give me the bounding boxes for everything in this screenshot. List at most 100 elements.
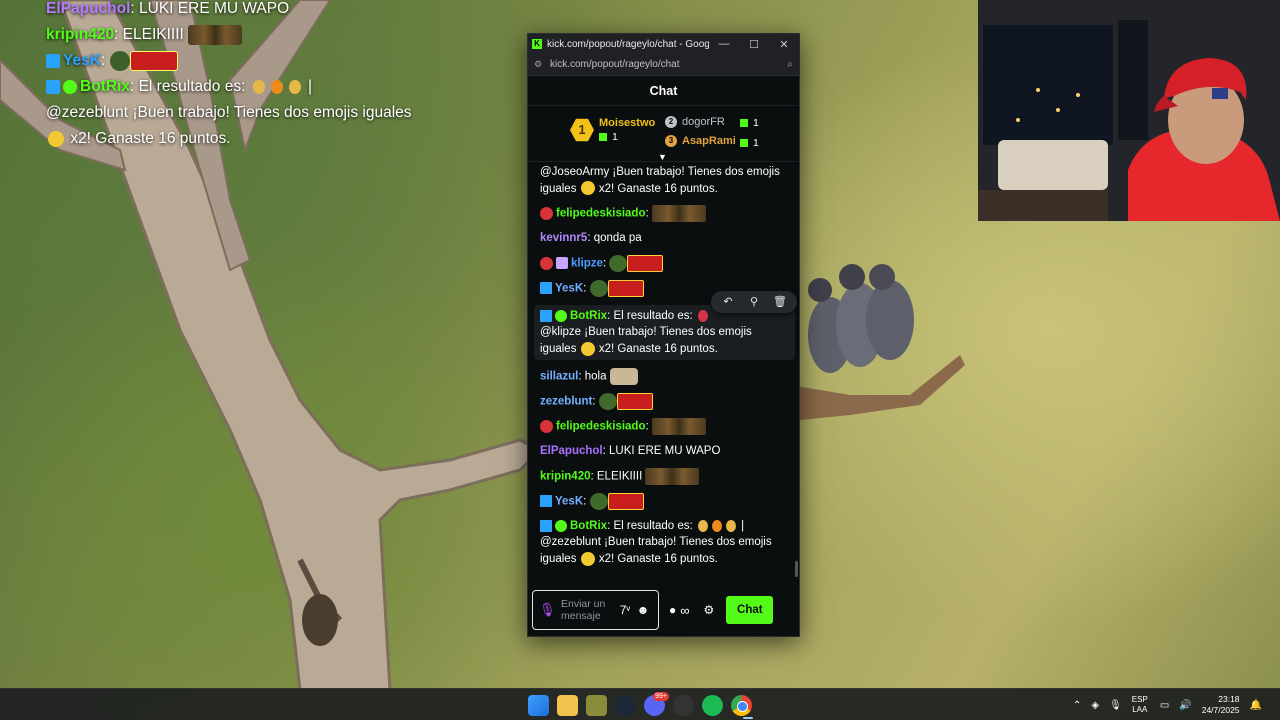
file-explorer-icon[interactable] [557,695,578,716]
chat-messages[interactable]: @JoseoArmy ¡Buen trabajo! Tienes dos emo… [528,164,799,584]
mic-icon[interactable]: 🎙 [539,602,556,618]
chat-username[interactable]: ElPapuchol [540,445,603,457]
collapse-leaderboard-icon[interactable]: ▼ [658,152,672,162]
game-app-icon[interactable] [586,695,607,716]
send-chat-button[interactable]: Chat [726,596,774,624]
language-indicator[interactable]: ESP LAA [1132,695,1148,715]
chat-message[interactable]: kripin420: ELEIKIIII [540,467,789,485]
overlay-username: YesK [63,52,101,69]
delete-icon[interactable]: 🗑 [767,294,793,311]
leaderboard-score-2: 1 [740,117,759,129]
taskbar-apps: 99+ [528,692,760,716]
gear-icon[interactable]: ⚙ [704,603,715,617]
emote-face [589,279,608,297]
verified-badge-icon [555,309,567,322]
chat-message[interactable]: @JoseoArmy ¡Buen trabajo! Tienes dos emo… [540,164,789,197]
chat-username[interactable]: kevinnr5 [540,232,587,244]
chat-message[interactable]: ElPapuchol: LUKI ERE MU WAPO [540,443,789,460]
leaderboard-third[interactable]: 3 AsapRami [665,135,736,147]
steam-icon[interactable] [615,695,636,716]
chat-input[interactable]: 🎙 Enviar un mensaje 7ᵛ ☻ [532,590,659,630]
chat-input-placeholder[interactable]: Enviar un mensaje [561,598,616,622]
emote-icon[interactable]: 7ᵛ [616,603,634,617]
chat-username[interactable]: BotRix [570,520,607,532]
money-face-emoji-icon [580,181,595,196]
pin-icon[interactable]: ⚲ [741,294,767,311]
chat-message[interactable]: felipedeskisiado: [540,205,789,222]
chat-username[interactable]: felipedeskisiado [556,421,645,433]
reply-icon[interactable]: ↶ [715,294,741,311]
pineapple-emoji-icon [252,79,265,94]
emote-monkeys [651,418,706,436]
volume-icon[interactable]: 🔊 [1179,700,1191,711]
stream-overlay-chat: ElPapuchol: LUKI ERE MU WAPO kripin420: … [46,0,426,152]
chat-message[interactable]: zezeblunt: [540,393,789,411]
zoom-icon[interactable]: ⌕ [787,59,793,70]
money-face-emoji-icon [580,551,595,566]
emote-red-sign [129,50,178,71]
orange-emoji-icon [270,79,283,94]
verified-badge-icon [555,519,567,532]
chevron-up-icon[interactable]: ⌃ [1073,700,1081,711]
emote-face [589,492,608,510]
maximize-button[interactable]: ☐ [739,38,769,51]
chat-username[interactable]: felipedeskisiado [556,208,645,220]
message-text: : [645,420,649,433]
chat-message-hovered[interactable]: ↶ ⚲ 🗑 BotRix: El resultado es: @klipze ¡… [534,290,797,361]
orange-emoji-icon [711,519,722,532]
message-text: x2! Ganaste 16 puntos. [598,182,718,195]
message-text: : [645,207,649,220]
dots-icon[interactable]: ● [669,603,676,617]
github-icon[interactable] [673,695,694,716]
chat-input-row: 🎙 Enviar un mensaje 7ᵛ ☻ ● ∞ ⚙ Chat [532,590,797,630]
close-button[interactable]: ✕ [769,38,799,51]
emote-face [598,393,617,411]
rank-bronze-icon: 3 [665,135,677,147]
gift-badge-icon [556,257,568,270]
leaderboard-score: 1 [612,131,618,143]
sword-badge-icon [540,309,552,322]
chat-username[interactable]: zezeblunt [540,396,592,408]
chat-message[interactable]: kevinnr5: qonda pa [540,230,789,247]
mic-tray-icon[interactable]: 🎙 [1109,700,1122,711]
chat-username[interactable]: klipze [571,257,603,269]
chrome-icon[interactable] [731,695,752,716]
window-titlebar[interactable]: K kick.com/popout/rageylo/chat - Google … [528,34,799,54]
clock-date: 24/7/2025 [1201,705,1240,715]
notification-icon[interactable]: 🔔 [1250,700,1262,711]
chat-message[interactable]: sillazul: hola [540,368,789,386]
security-icon[interactable]: ◈ [1091,700,1099,711]
network-icon[interactable]: ▭ [1160,700,1169,711]
message-text: : LUKI ERE MU WAPO [602,445,721,458]
leaderboard-first[interactable]: 1 Moisestwo 1 [570,117,655,143]
pineapple-emoji-icon [725,519,736,532]
chat-message[interactable]: YesK: [540,492,789,510]
chat-message[interactable]: klipze: [540,254,789,272]
chat-scrollbar[interactable] [795,561,798,577]
message-text: : [583,282,587,295]
leaderboard-second[interactable]: 2 dogorFR [665,116,725,128]
url-text[interactable]: kick.com/popout/rageylo/chat [550,59,787,70]
chat-username[interactable]: YesK [555,282,583,294]
infinity-icon[interactable]: ∞ [680,603,689,618]
chat-message[interactable]: felipedeskisiado: [540,418,789,436]
chat-username[interactable]: BotRix [570,310,607,322]
clock-time: 23:18 [1218,694,1240,704]
start-icon[interactable] [528,695,549,716]
chat-message[interactable]: BotRix: El resultado es: | @zezeblunt ¡B… [540,518,789,568]
minimize-button[interactable]: — [709,38,739,50]
overlay-username: BotRix [80,78,130,95]
chat-username[interactable]: sillazul [540,371,578,383]
discord-icon[interactable]: 99+ [644,692,669,716]
site-settings-icon[interactable]: ⚙ [534,59,544,70]
emoji-icon[interactable]: ☻ [634,603,652,617]
emote-monkeys [645,467,700,485]
emote-face [109,50,130,71]
leaderboard-score-3: 1 [740,137,759,149]
message-text: : ELEIKIIII [590,470,643,483]
spotify-icon[interactable] [702,695,723,716]
address-bar[interactable]: ⚙ kick.com/popout/rageylo/chat ⌕ [528,54,799,76]
chat-username[interactable]: YesK [555,495,583,507]
chat-username[interactable]: kripin420 [540,470,591,482]
clock[interactable]: 23:18 24/7/2025 [1202,694,1240,716]
